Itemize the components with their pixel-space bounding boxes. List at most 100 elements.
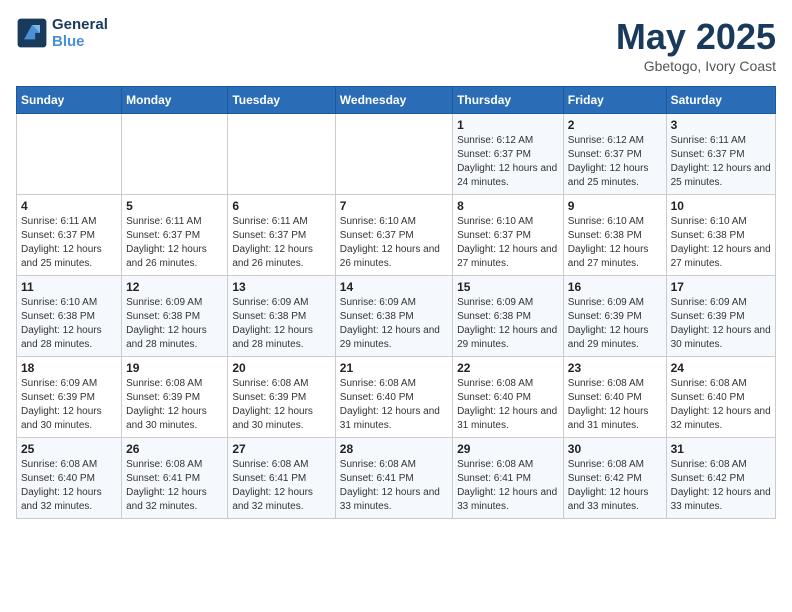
day-info: Sunrise: 6:10 AM Sunset: 6:37 PM Dayligh… — [340, 215, 448, 271]
day-number: 26 — [126, 442, 223, 456]
day-cell: 25Sunrise: 6:08 AM Sunset: 6:40 PM Dayli… — [17, 438, 122, 519]
day-number: 24 — [671, 361, 771, 375]
calendar-body: 1 Sunrise: 6:12 AM Sunset: 6:37 PM Daylig… — [17, 114, 776, 519]
day-number: 31 — [671, 442, 771, 456]
day-info: Sunrise: 6:08 AM Sunset: 6:40 PM Dayligh… — [340, 377, 448, 433]
day-cell: 1 Sunrise: 6:12 AM Sunset: 6:37 PM Daylig… — [453, 114, 564, 195]
day-cell: 9 Sunrise: 6:10 AM Sunset: 6:38 PM Daylig… — [563, 195, 666, 276]
day-info: Sunrise: 6:09 AM Sunset: 6:38 PM Dayligh… — [126, 296, 223, 352]
day-info: Sunrise: 6:11 AM Sunset: 6:37 PM Dayligh… — [126, 215, 223, 271]
day-cell: 8 Sunrise: 6:10 AM Sunset: 6:37 PM Daylig… — [453, 195, 564, 276]
header-sunday: Sunday — [17, 87, 122, 114]
day-number: 2 — [568, 118, 662, 132]
day-info: Sunrise: 6:08 AM Sunset: 6:40 PM Dayligh… — [568, 377, 662, 433]
day-cell: 23 Sunrise: 6:08 AM Sunset: 6:40 PM Dayli… — [563, 357, 666, 438]
header-thursday: Thursday — [453, 87, 564, 114]
day-cell: 20 Sunrise: 6:08 AM Sunset: 6:39 PM Dayli… — [228, 357, 335, 438]
subtitle: Gbetogo, Ivory Coast — [616, 58, 776, 74]
day-number: 28 — [340, 442, 448, 456]
day-number: 14 — [340, 280, 448, 294]
day-info: Sunrise: 6:08 AM Sunset: 6:39 PM Dayligh… — [126, 377, 223, 433]
day-number: 22 — [457, 361, 559, 375]
day-cell: 7 Sunrise: 6:10 AM Sunset: 6:37 PM Daylig… — [335, 195, 452, 276]
day-cell: 4 Sunrise: 6:11 AM Sunset: 6:37 PM Daylig… — [17, 195, 122, 276]
day-number: 9 — [568, 199, 662, 213]
day-cell: 11Sunrise: 6:10 AM Sunset: 6:38 PM Dayli… — [17, 276, 122, 357]
day-cell: 30Sunrise: 6:08 AM Sunset: 6:42 PM Dayli… — [563, 438, 666, 519]
day-cell: 24 Sunrise: 6:08 AM Sunset: 6:40 PM Dayli… — [666, 357, 775, 438]
day-info: Sunrise: 6:08 AM Sunset: 6:39 PM Dayligh… — [232, 377, 330, 433]
day-cell — [122, 114, 228, 195]
day-number: 5 — [126, 199, 223, 213]
day-cell: 29 Sunrise: 6:08 AM Sunset: 6:41 PM Dayli… — [453, 438, 564, 519]
day-cell: 18 Sunrise: 6:09 AM Sunset: 6:39 PM Dayli… — [17, 357, 122, 438]
day-cell: 5 Sunrise: 6:11 AM Sunset: 6:37 PM Daylig… — [122, 195, 228, 276]
day-cell: 16Sunrise: 6:09 AM Sunset: 6:39 PM Dayli… — [563, 276, 666, 357]
day-info: Sunrise: 6:11 AM Sunset: 6:37 PM Dayligh… — [671, 134, 771, 190]
day-number: 27 — [232, 442, 330, 456]
day-cell: 22 Sunrise: 6:08 AM Sunset: 6:40 PM Dayli… — [453, 357, 564, 438]
day-number: 29 — [457, 442, 559, 456]
day-cell: 27 Sunrise: 6:08 AM Sunset: 6:41 PM Dayli… — [228, 438, 335, 519]
day-number: 18 — [21, 361, 117, 375]
day-number: 15 — [457, 280, 559, 294]
day-cell: 31 Sunrise: 6:08 AM Sunset: 6:42 PM Dayli… — [666, 438, 775, 519]
day-cell — [228, 114, 335, 195]
logo: General Blue — [16, 16, 108, 50]
day-info: Sunrise: 6:08 AM Sunset: 6:41 PM Dayligh… — [126, 458, 223, 514]
day-number: 12 — [126, 280, 223, 294]
day-number: 21 — [340, 361, 448, 375]
day-cell: 14 Sunrise: 6:09 AM Sunset: 6:38 PM Dayli… — [335, 276, 452, 357]
day-cell: 2 Sunrise: 6:12 AM Sunset: 6:37 PM Daylig… — [563, 114, 666, 195]
day-cell: 6Sunrise: 6:11 AM Sunset: 6:37 PM Daylig… — [228, 195, 335, 276]
week-row-4: 18 Sunrise: 6:09 AM Sunset: 6:39 PM Dayli… — [17, 357, 776, 438]
day-number: 3 — [671, 118, 771, 132]
day-cell: 3 Sunrise: 6:11 AM Sunset: 6:37 PM Daylig… — [666, 114, 775, 195]
calendar-header-row: SundayMondayTuesdayWednesdayThursdayFrid… — [17, 87, 776, 114]
day-info: Sunrise: 6:10 AM Sunset: 6:37 PM Dayligh… — [457, 215, 559, 271]
day-info: Sunrise: 6:08 AM Sunset: 6:40 PM Dayligh… — [21, 458, 117, 514]
day-info: Sunrise: 6:10 AM Sunset: 6:38 PM Dayligh… — [568, 215, 662, 271]
day-number: 19 — [126, 361, 223, 375]
day-info: Sunrise: 6:10 AM Sunset: 6:38 PM Dayligh… — [671, 215, 771, 271]
day-info: Sunrise: 6:12 AM Sunset: 6:37 PM Dayligh… — [457, 134, 559, 190]
day-number: 1 — [457, 118, 559, 132]
day-info: Sunrise: 6:09 AM Sunset: 6:38 PM Dayligh… — [340, 296, 448, 352]
main-title: May 2025 — [616, 16, 776, 58]
logo-text: General Blue — [52, 16, 108, 50]
day-cell: 21 Sunrise: 6:08 AM Sunset: 6:40 PM Dayli… — [335, 357, 452, 438]
day-cell: 13 Sunrise: 6:09 AM Sunset: 6:38 PM Dayli… — [228, 276, 335, 357]
day-info: Sunrise: 6:09 AM Sunset: 6:39 PM Dayligh… — [671, 296, 771, 352]
day-number: 7 — [340, 199, 448, 213]
day-number: 8 — [457, 199, 559, 213]
day-number: 11 — [21, 280, 117, 294]
day-cell: 15Sunrise: 6:09 AM Sunset: 6:38 PM Dayli… — [453, 276, 564, 357]
calendar-table: SundayMondayTuesdayWednesdayThursdayFrid… — [16, 86, 776, 519]
day-number: 10 — [671, 199, 771, 213]
day-info: Sunrise: 6:08 AM Sunset: 6:41 PM Dayligh… — [457, 458, 559, 514]
day-info: Sunrise: 6:09 AM Sunset: 6:39 PM Dayligh… — [21, 377, 117, 433]
day-number: 20 — [232, 361, 330, 375]
day-number: 23 — [568, 361, 662, 375]
week-row-1: 1 Sunrise: 6:12 AM Sunset: 6:37 PM Daylig… — [17, 114, 776, 195]
day-cell: 28Sunrise: 6:08 AM Sunset: 6:41 PM Dayli… — [335, 438, 452, 519]
day-cell: 17 Sunrise: 6:09 AM Sunset: 6:39 PM Dayli… — [666, 276, 775, 357]
day-info: Sunrise: 6:11 AM Sunset: 6:37 PM Dayligh… — [21, 215, 117, 271]
header-monday: Monday — [122, 87, 228, 114]
day-cell: 12 Sunrise: 6:09 AM Sunset: 6:38 PM Dayli… — [122, 276, 228, 357]
day-number: 4 — [21, 199, 117, 213]
day-number: 6 — [232, 199, 330, 213]
day-number: 16 — [568, 280, 662, 294]
header-tuesday: Tuesday — [228, 87, 335, 114]
day-info: Sunrise: 6:08 AM Sunset: 6:42 PM Dayligh… — [568, 458, 662, 514]
day-cell: 10 Sunrise: 6:10 AM Sunset: 6:38 PM Dayli… — [666, 195, 775, 276]
day-number: 13 — [232, 280, 330, 294]
day-info: Sunrise: 6:08 AM Sunset: 6:41 PM Dayligh… — [232, 458, 330, 514]
day-info: Sunrise: 6:08 AM Sunset: 6:42 PM Dayligh… — [671, 458, 771, 514]
day-info: Sunrise: 6:12 AM Sunset: 6:37 PM Dayligh… — [568, 134, 662, 190]
day-number: 17 — [671, 280, 771, 294]
day-cell — [335, 114, 452, 195]
day-info: Sunrise: 6:08 AM Sunset: 6:40 PM Dayligh… — [671, 377, 771, 433]
day-info: Sunrise: 6:08 AM Sunset: 6:40 PM Dayligh… — [457, 377, 559, 433]
day-info: Sunrise: 6:09 AM Sunset: 6:38 PM Dayligh… — [232, 296, 330, 352]
